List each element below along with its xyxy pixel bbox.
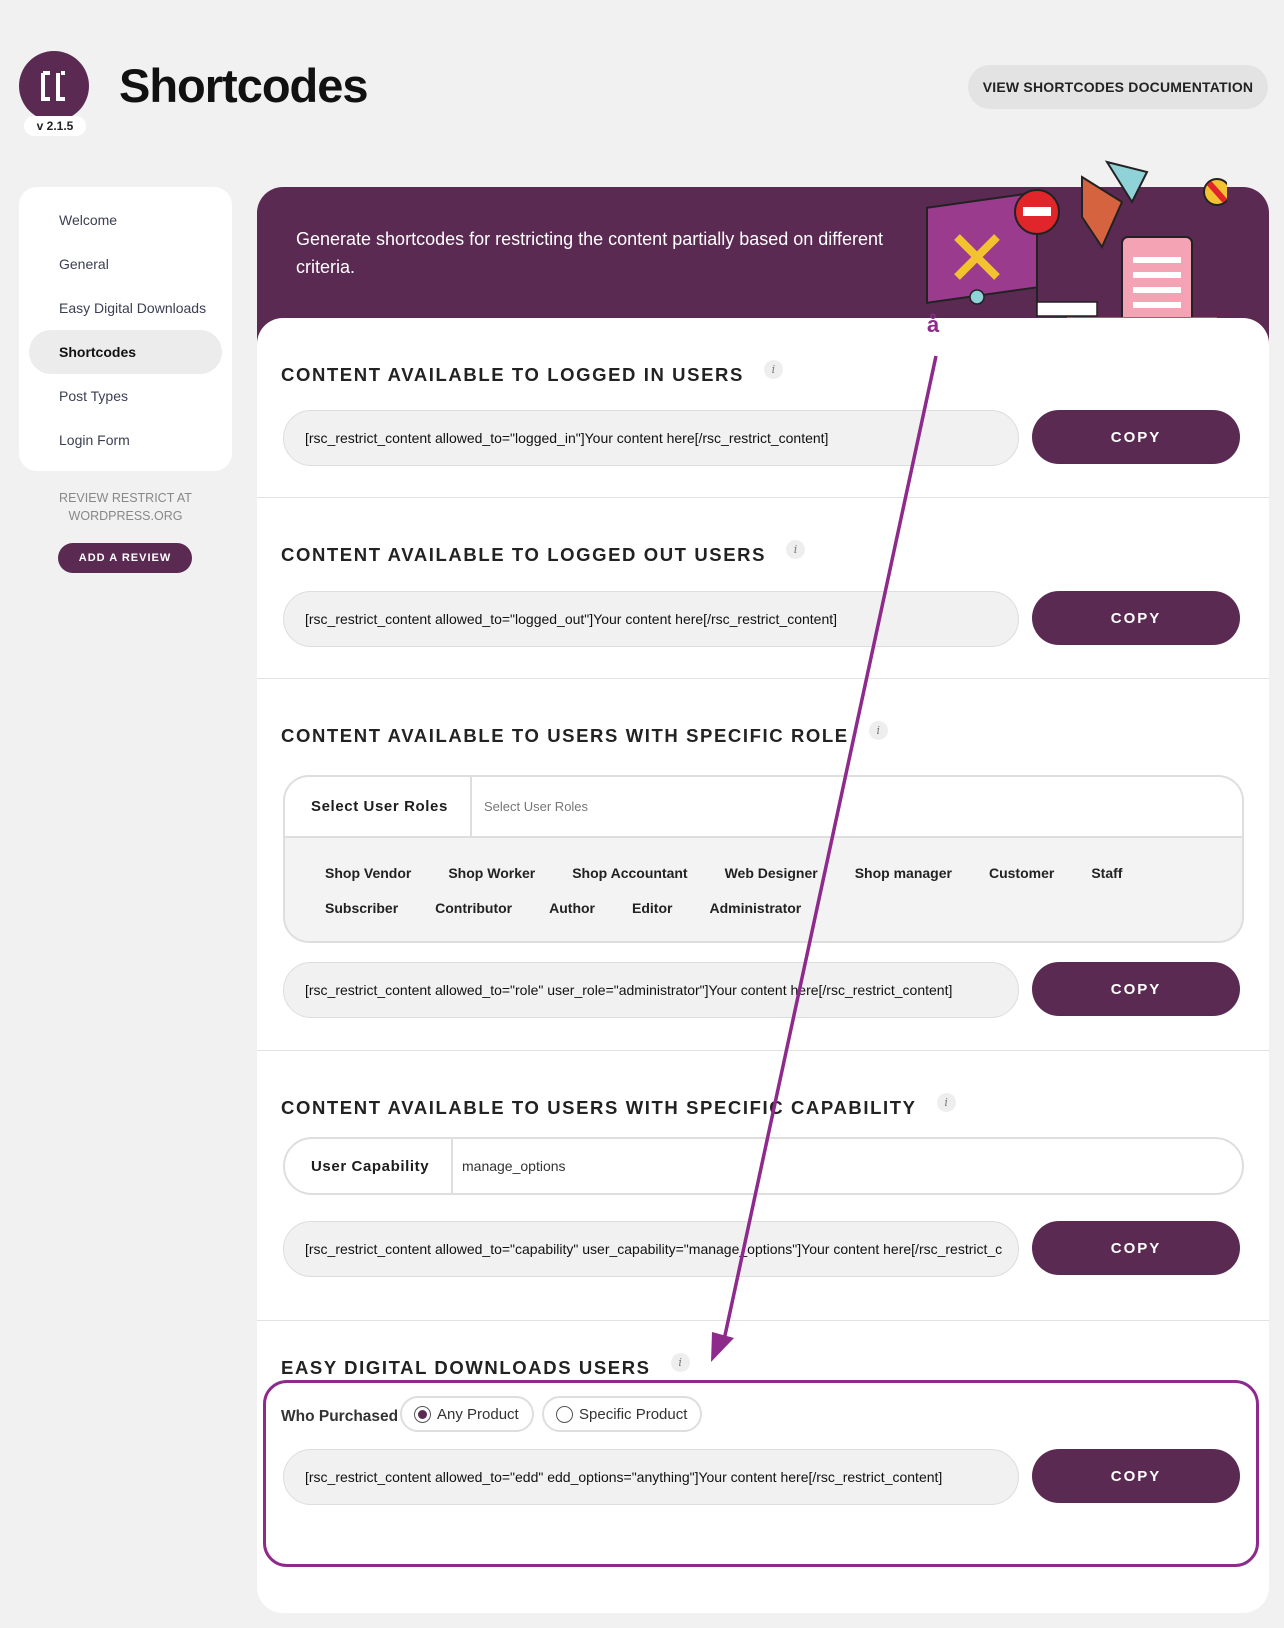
plugin-logo <box>19 51 89 121</box>
section-capability: CONTENT AVAILABLE TO USERS WITH SPECIFIC… <box>257 1051 1269 1321</box>
section-title-text: CONTENT AVAILABLE TO USERS WITH SPECIFIC… <box>281 1097 917 1118</box>
capability-input-group: User Capability manage_options <box>283 1137 1244 1195</box>
section-role: CONTENT AVAILABLE TO USERS WITH SPECIFIC… <box>257 679 1269 1051</box>
view-documentation-button[interactable]: VIEW SHORTCODES DOCUMENTATION <box>968 65 1268 109</box>
roles-search-input[interactable]: Select User Roles <box>472 777 588 836</box>
shortcode-field[interactable]: [rsc_restrict_content allowed_to="logged… <box>283 591 1019 647</box>
section-logged-in: CONTENT AVAILABLE TO LOGGED IN USERS i [… <box>257 318 1269 498</box>
sidebar-item-shortcodes[interactable]: Shortcodes <box>29 330 222 374</box>
info-icon[interactable]: i <box>936 1092 956 1112</box>
section-logged-out: CONTENT AVAILABLE TO LOGGED OUT USERS i … <box>257 498 1269 679</box>
version-badge: v 2.1.5 <box>24 116 86 136</box>
annotation-marker: å <box>927 312 940 337</box>
section-title: CONTENT AVAILABLE TO LOGGED OUT USERS i <box>281 539 806 566</box>
shortcodes-panel: CONTENT AVAILABLE TO LOGGED IN USERS i [… <box>257 318 1269 1613</box>
page-title: Shortcodes <box>119 59 369 112</box>
role-option[interactable]: Shop Worker <box>448 863 535 898</box>
capability-label: User Capability <box>285 1139 453 1193</box>
info-icon[interactable]: i <box>786 539 806 559</box>
roles-list: Shop Vendor Shop Worker Shop Accountant … <box>325 863 1205 933</box>
sidebar-item-welcome[interactable]: Welcome <box>29 198 222 242</box>
copy-button[interactable]: COPY <box>1032 410 1240 464</box>
role-option[interactable]: Administrator <box>709 898 801 933</box>
sidebar-item-post-types[interactable]: Post Types <box>29 374 222 418</box>
role-option[interactable]: Customer <box>989 863 1054 898</box>
capability-input[interactable]: manage_options <box>453 1139 566 1193</box>
section-title-text: CONTENT AVAILABLE TO LOGGED OUT USERS <box>281 544 767 565</box>
sidebar-item-general[interactable]: General <box>29 242 222 286</box>
sidebar-item-easy-digital-downloads[interactable]: Easy Digital Downloads <box>29 286 222 330</box>
banner-text: Generate shortcodes for restricting the … <box>296 229 884 277</box>
role-option[interactable]: Author <box>549 898 595 933</box>
roles-header: Select User Roles Select User Roles <box>285 777 1242 838</box>
role-option[interactable]: Shop manager <box>855 863 952 898</box>
section-title-text: EASY DIGITAL DOWNLOADS USERS <box>281 1357 651 1378</box>
section-title: CONTENT AVAILABLE TO USERS WITH SPECIFIC… <box>281 1092 956 1119</box>
restrict-logo-icon <box>41 71 65 101</box>
copy-button[interactable]: COPY <box>1032 591 1240 645</box>
sidebar-item-login-form[interactable]: Login Form <box>29 418 222 462</box>
copy-button[interactable]: COPY <box>1032 1221 1240 1275</box>
shortcode-field[interactable]: [rsc_restrict_content allowed_to="logged… <box>283 410 1019 466</box>
section-title: CONTENT AVAILABLE TO USERS WITH SPECIFIC… <box>281 720 888 747</box>
role-option[interactable]: Subscriber <box>325 898 398 933</box>
copy-button[interactable]: COPY <box>1032 962 1240 1016</box>
role-option[interactable]: Shop Accountant <box>572 863 687 898</box>
section-title-text: CONTENT AVAILABLE TO USERS WITH SPECIFIC… <box>281 725 849 746</box>
sidebar-nav: Welcome General Easy Digital Downloads S… <box>19 187 232 471</box>
annotation-highlight-box <box>263 1380 1259 1567</box>
shortcode-field[interactable]: [rsc_restrict_content allowed_to="role" … <box>283 962 1019 1018</box>
role-option[interactable]: Web Designer <box>725 863 818 898</box>
add-review-button[interactable]: ADD A REVIEW <box>58 543 192 573</box>
role-option[interactable]: Contributor <box>435 898 512 933</box>
info-icon[interactable]: i <box>763 359 783 379</box>
role-option[interactable]: Shop Vendor <box>325 863 411 898</box>
role-option[interactable]: Editor <box>632 898 672 933</box>
role-option[interactable]: Staff <box>1091 863 1122 898</box>
section-title-text: CONTENT AVAILABLE TO LOGGED IN USERS <box>281 364 744 385</box>
info-icon[interactable]: i <box>868 720 888 740</box>
section-title: CONTENT AVAILABLE TO LOGGED IN USERS i <box>281 359 783 386</box>
info-icon[interactable]: i <box>670 1352 690 1372</box>
shortcode-field[interactable]: [rsc_restrict_content allowed_to="capabi… <box>283 1221 1019 1277</box>
section-title: EASY DIGITAL DOWNLOADS USERS i <box>281 1352 690 1379</box>
review-prompt-text: REVIEW RESTRICT AT WORDPRESS.ORG <box>59 491 192 523</box>
user-roles-selector: Select User Roles Select User Roles Shop… <box>283 775 1244 943</box>
roles-label: Select User Roles <box>285 777 472 836</box>
